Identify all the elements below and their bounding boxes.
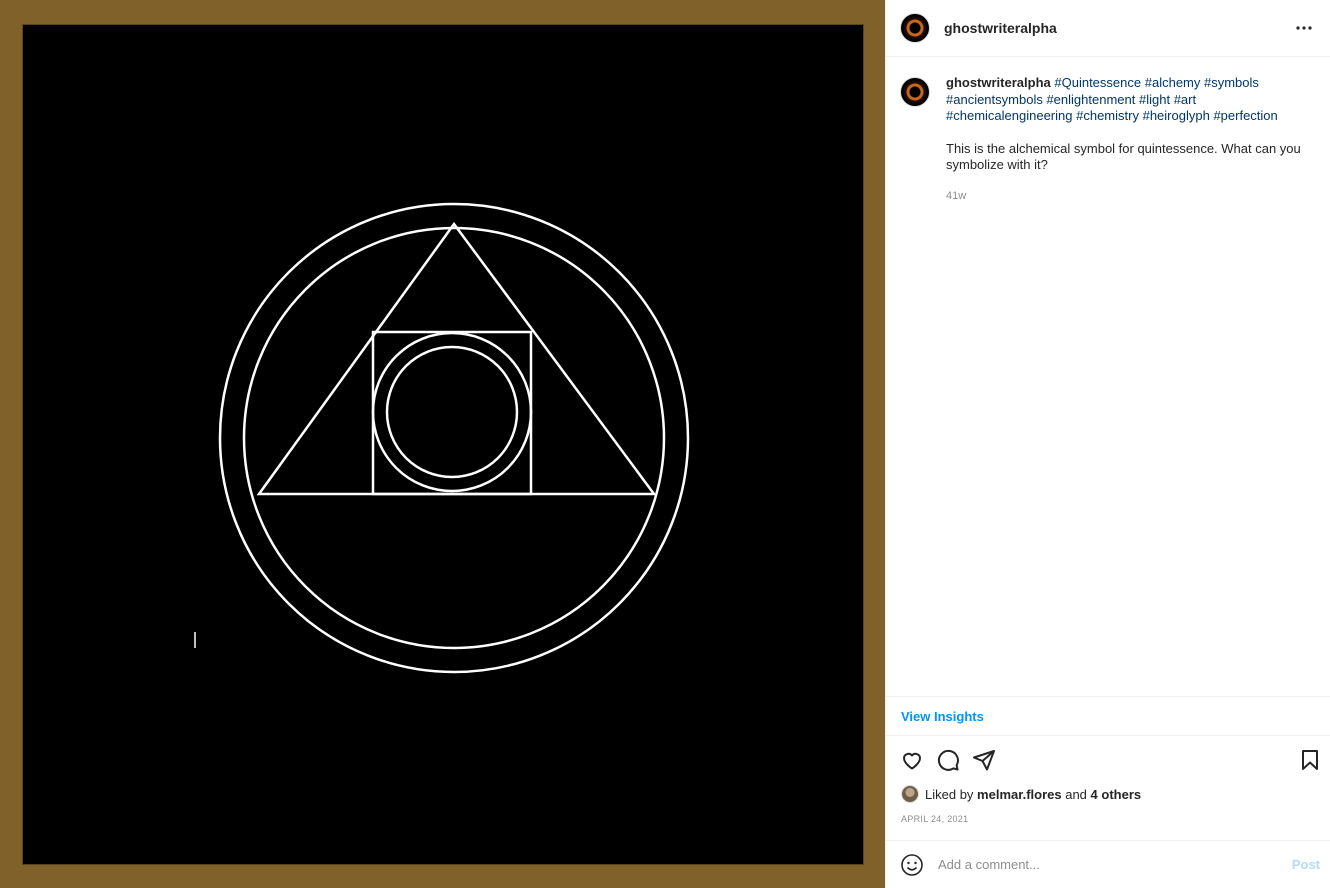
heart-icon[interactable] [900, 748, 924, 772]
caption-username[interactable]: ghostwriteralpha [946, 75, 1051, 90]
caption-age[interactable]: 41w [946, 188, 1316, 205]
likes-summary: Liked by melmar.flores and 4 others [901, 784, 1316, 804]
hashtag-link[interactable]: #art [1174, 92, 1196, 107]
post-date[interactable]: APRIL 24, 2021 [901, 814, 968, 824]
hashtag-link[interactable]: #chemistry [1076, 108, 1139, 123]
author-avatar[interactable] [900, 13, 930, 43]
liker-avatar[interactable] [901, 785, 919, 803]
post-comment-button[interactable]: Post [1292, 857, 1320, 872]
quintessence-symbol [194, 202, 690, 674]
more-icon[interactable] [1292, 16, 1316, 40]
triangle [256, 221, 657, 496]
bookmark-icon[interactable] [1298, 748, 1322, 772]
hashtag-link[interactable]: #alchemy [1145, 75, 1201, 90]
liker-username[interactable]: melmar.flores [977, 787, 1062, 802]
comments-area: ghostwriteralpha #Quintessence #alchemy … [886, 57, 1330, 696]
outer-circle [218, 202, 690, 674]
hashtag-link[interactable]: #chemicalengineering [946, 108, 1072, 123]
hashtag-link[interactable]: #ancientsymbols [946, 92, 1043, 107]
action-bar [886, 744, 1330, 776]
comment-input[interactable] [938, 857, 1292, 872]
emoji-icon[interactable] [900, 853, 924, 877]
hashtag-link[interactable]: #light [1139, 92, 1170, 107]
comment-icon[interactable] [936, 748, 960, 772]
hashtag-link[interactable]: #symbols [1204, 75, 1259, 90]
view-insights-link[interactable]: View Insights [901, 709, 984, 724]
hashtag-link[interactable]: #Quintessence [1054, 75, 1141, 90]
inner-circle [242, 226, 666, 650]
author-username[interactable]: ghostwriteralpha [944, 20, 1057, 36]
comment-composer: Post [886, 840, 1330, 888]
share-icon[interactable] [972, 748, 996, 772]
likes-prefix: Liked by [925, 786, 974, 802]
small-outer-circle [371, 331, 533, 493]
small-inner-circle [385, 345, 519, 479]
caption-body: ghostwriteralpha #Quintessence #alchemy … [946, 75, 1316, 204]
post-detail-panel: ghostwriteralpha ghostwriteralpha #Quint… [885, 0, 1330, 888]
hashtag-link[interactable]: #heiroglyph [1143, 108, 1210, 123]
caption: ghostwriteralpha #Quintessence #alchemy … [900, 75, 1316, 204]
post-header: ghostwriteralpha [886, 0, 1330, 57]
hashtag-link[interactable]: #perfection [1213, 108, 1277, 123]
caption-avatar[interactable] [900, 77, 930, 107]
caption-text: This is the alchemical symbol for quinte… [946, 140, 1301, 173]
post-media-panel [0, 0, 885, 888]
likes-connector: and [1065, 786, 1087, 802]
likes-others-link[interactable]: 4 others [1091, 787, 1142, 802]
view-insights-row: View Insights [886, 696, 1330, 736]
hashtag-link[interactable]: #enlightenment [1046, 92, 1135, 107]
